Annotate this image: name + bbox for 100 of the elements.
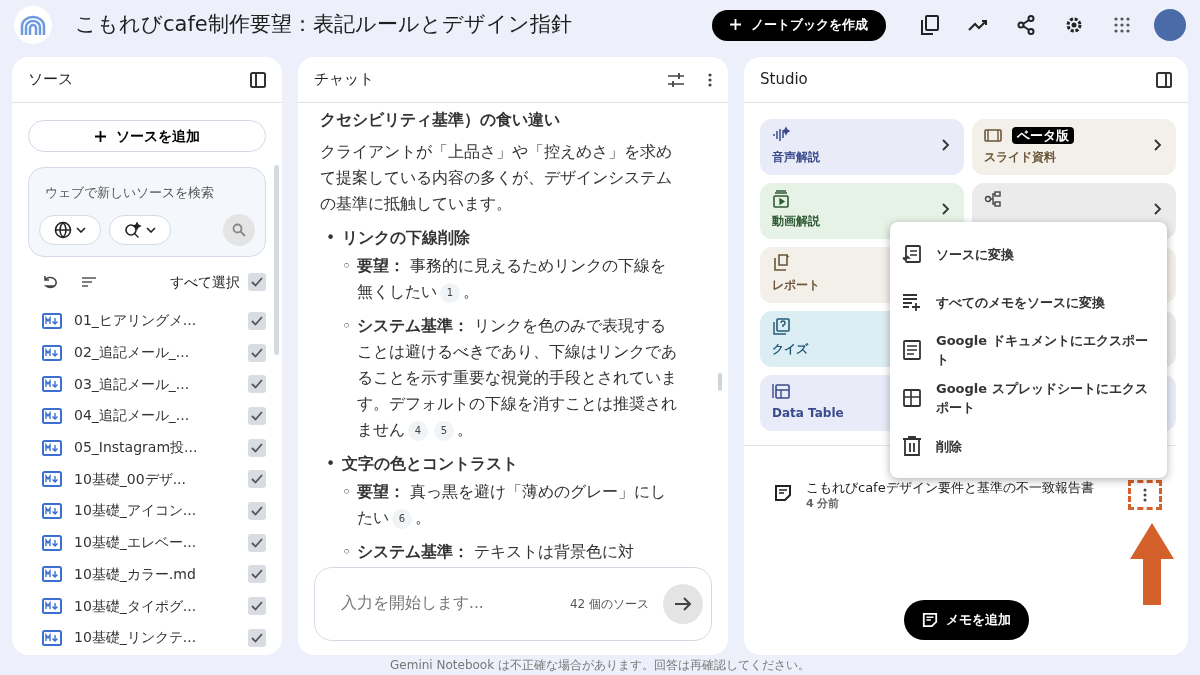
more-icon xyxy=(1143,488,1147,502)
source-checkbox[interactable] xyxy=(248,375,266,394)
source-checkbox[interactable] xyxy=(248,438,266,457)
source-checkbox[interactable] xyxy=(248,470,266,489)
bullet-marker: ◦ xyxy=(341,542,353,560)
tile-icon xyxy=(772,126,790,144)
chat-input-box[interactable]: 入力を開始します... 42 個のソース xyxy=(314,567,712,641)
source-checkbox[interactable] xyxy=(248,597,266,616)
markdown-file-icon xyxy=(42,502,62,519)
source-name[interactable]: 03_追記メール_... xyxy=(74,373,236,395)
analytics-icon[interactable] xyxy=(968,19,988,31)
research-mode-dropdown[interactable] xyxy=(109,215,171,245)
studio-tile[interactable]: ベータ版 スライド資料 xyxy=(972,119,1176,175)
tile-icon xyxy=(772,318,790,336)
source-name[interactable]: 10基礎_リンクテ... xyxy=(74,627,236,649)
add-note-button[interactable]: メモを追加 xyxy=(903,600,1029,640)
source-name[interactable]: 10基礎_カラー.md xyxy=(74,563,236,585)
sort-icon[interactable] xyxy=(82,277,96,287)
source-name[interactable]: 05_Instagram投... xyxy=(74,437,236,459)
tile-icon xyxy=(984,126,1002,144)
source-name[interactable]: 04_追記メール_... xyxy=(74,405,236,427)
chevron-down-icon xyxy=(146,227,156,233)
note-title[interactable]: こもれびcafeデザイン要件と基準の不一致報告書 xyxy=(806,480,1094,496)
sparkle-search-icon xyxy=(124,221,142,239)
answer-paragraph: クライアントが「上品さ」や「控えめさ」を求めて提案している内容の多くが、デザインシステムの基準に抵触しています。 xyxy=(320,142,673,215)
answer-text: 要望： 真っ黒を避け「薄めのグレー」にしたい 6 。 xyxy=(357,482,667,531)
source-checkbox[interactable] xyxy=(248,628,266,647)
create-notebook-button[interactable]: ノートブックを作成 xyxy=(712,9,886,41)
add-source-button[interactable]: ソースを追加 xyxy=(28,120,266,152)
arrow-right-icon xyxy=(674,596,692,612)
copy-icon[interactable] xyxy=(921,15,939,35)
markdown-file-icon xyxy=(42,598,62,615)
bullet-marker: • xyxy=(325,454,337,475)
tile-label: Data Table xyxy=(772,405,844,422)
more-icon[interactable] xyxy=(708,72,712,87)
source-name[interactable]: 10基礎_エレベー... xyxy=(74,532,236,554)
share-icon[interactable] xyxy=(1017,15,1035,35)
source-checkbox[interactable] xyxy=(248,311,266,330)
source-checkbox[interactable] xyxy=(248,565,266,584)
source-name[interactable]: 10基礎_アイコン... xyxy=(74,500,236,522)
plus-icon xyxy=(730,19,741,31)
source-name[interactable]: 10基礎_タイポグ... xyxy=(74,595,236,617)
tile-icon xyxy=(984,190,1002,208)
source-name[interactable]: 10基礎_00デザ... xyxy=(74,468,236,490)
tile-label: レポート xyxy=(772,277,820,294)
tile-icon xyxy=(772,254,790,272)
citation-chip[interactable]: 4 xyxy=(408,420,428,441)
source-name[interactable]: 02_追記メール_... xyxy=(74,342,236,364)
markdown-file-icon xyxy=(42,407,62,424)
source-checkbox[interactable] xyxy=(248,406,266,425)
answer-bullet: リンクの下線削除 xyxy=(342,228,470,249)
citation-chip[interactable]: 6 xyxy=(392,508,412,529)
answer-bullet: 文字の色とコントラスト xyxy=(342,454,518,475)
markdown-file-icon xyxy=(42,312,62,329)
select-all-label: すべて選択 xyxy=(170,272,240,292)
tune-icon[interactable] xyxy=(668,72,684,87)
search-icon xyxy=(232,223,246,237)
markdown-file-icon xyxy=(42,566,62,583)
markdown-file-icon xyxy=(42,629,62,646)
panel-title: ソース xyxy=(28,69,73,91)
logo-icon[interactable] xyxy=(14,6,52,44)
beta-badge: ベータ版 xyxy=(1012,126,1074,144)
search-button[interactable] xyxy=(223,214,255,246)
settings-icon[interactable] xyxy=(1064,15,1084,35)
note-time: 4 分前 xyxy=(806,496,841,512)
send-button[interactable] xyxy=(663,584,703,624)
notebook-title: こもれびcafe制作要望：表記ルールとデザイン指針 xyxy=(75,11,573,39)
refresh-icon[interactable] xyxy=(42,275,58,289)
avatar[interactable] xyxy=(1154,9,1186,41)
markdown-file-icon xyxy=(42,439,62,456)
tile-label: クイズ xyxy=(772,341,808,358)
sheet-icon xyxy=(902,388,922,408)
markdown-file-icon xyxy=(42,534,62,551)
source-checkbox[interactable] xyxy=(248,343,266,362)
source-name[interactable]: 01_ヒアリングメ... xyxy=(74,310,236,332)
panel-toggle-icon[interactable] xyxy=(250,71,266,88)
select-all-checkbox[interactable] xyxy=(248,273,266,291)
panel-toggle-icon[interactable] xyxy=(1156,71,1172,88)
scrollbar[interactable] xyxy=(274,165,279,355)
globe-icon xyxy=(54,221,72,239)
note-icon xyxy=(921,612,938,628)
search-field[interactable]: ウェブで新しいソースを検索 xyxy=(39,183,255,203)
web-dropdown[interactable] xyxy=(39,215,101,245)
markdown-file-icon xyxy=(42,471,62,488)
source-checkbox[interactable] xyxy=(248,533,266,552)
citation-chip[interactable]: 5 xyxy=(434,420,454,441)
tile-label: 動画解説 xyxy=(772,213,820,230)
apps-icon[interactable] xyxy=(1114,17,1130,33)
panel-title: チャット xyxy=(314,69,374,91)
plus-icon xyxy=(94,130,106,142)
scrollbar[interactable] xyxy=(718,373,722,391)
convert-icon xyxy=(902,244,922,264)
panel-title: Studio xyxy=(760,69,808,91)
chevron-down-icon xyxy=(76,227,86,233)
answer-heading: クセシビリティ基準）の食い違い xyxy=(320,110,561,131)
studio-tile[interactable]: 動画解説 xyxy=(760,183,964,239)
source-checkbox[interactable] xyxy=(248,501,266,520)
studio-tile[interactable]: 音声解説 xyxy=(760,119,964,175)
tile-icon xyxy=(772,382,790,400)
citation-chip[interactable]: 1 xyxy=(440,282,460,303)
